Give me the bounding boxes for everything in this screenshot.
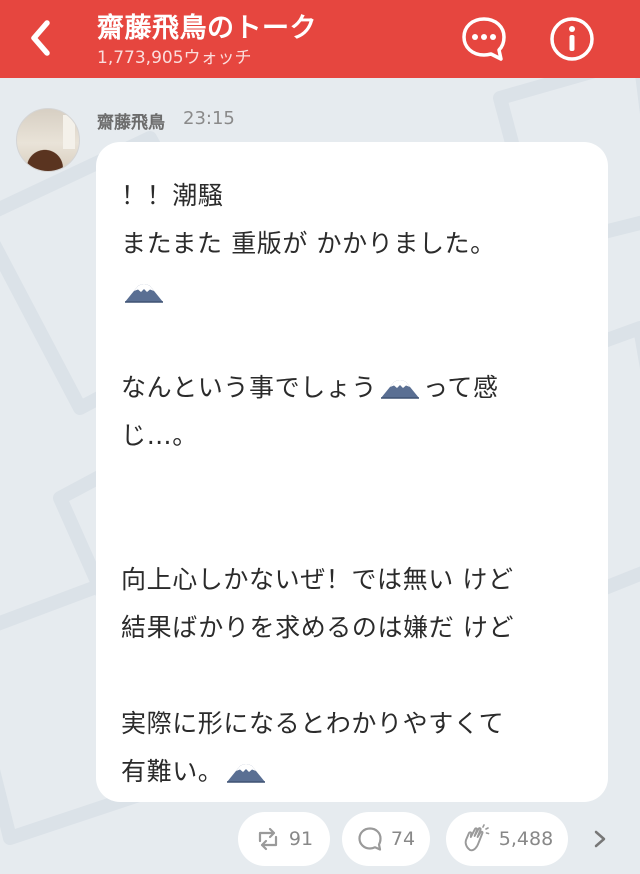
clap-hands-icon [464,824,490,852]
comment-button[interactable]: 74 [342,812,430,866]
message-text: 結果ばかりを求めるのは嫌だ けど [121,613,515,642]
message-line [121,460,584,508]
app-header: 齋藤飛鳥のトーク 1,773,905ウォッチ [0,0,640,78]
comment-icon [358,827,382,851]
message-text: またまた 重版が かかりました。 [121,229,496,258]
comment-count: 74 [390,828,416,850]
mount-fuji-icon [381,380,420,399]
message-text: ！！潮騒 [121,181,224,210]
message-line: 結果ばかりを求めるのは嫌だ けど [121,604,584,652]
message-line [121,508,584,556]
message-line: 有難い。 [121,748,584,796]
talk-button[interactable] [459,14,509,64]
message-line [121,316,584,364]
share-button[interactable]: 91 [238,812,330,866]
message-text: なんという事でしょう [121,373,378,402]
info-icon [550,17,594,61]
chevron-left-icon [31,20,50,56]
message-text: って感 [423,373,499,402]
message-text: 有難い。 [121,757,224,786]
message-line: またまた 重版が かかりました。 [121,220,584,268]
page-title: 齋藤飛鳥のトーク [97,13,317,44]
message-line: 向上心しかないぜ！では無い けど [121,556,584,604]
watch-count: 1,773,905ウォッチ [97,48,252,68]
message-text: じ…。 [121,421,198,450]
message-bubble: ！！潮騒またまた 重版が かかりました。 なんという事でしょう って感じ…。向上心し… [96,142,608,802]
back-button[interactable] [20,16,60,60]
like-count: 5,488 [498,828,554,850]
message-text: 向上心しかないぜ！では無い けど [121,565,514,594]
avatar[interactable] [16,108,80,172]
mount-fuji-icon [125,284,163,303]
like-button[interactable]: 5,488 [446,812,568,866]
author-name: 齋藤飛鳥 [97,113,165,133]
message-text: 実際に形になるとわかりやすくて [121,709,505,738]
message-line: ！！潮騒 [121,172,584,220]
share-count: 91 [288,828,314,850]
message-line [121,652,584,700]
message-line: 実際に形になるとわかりやすくて [121,700,584,748]
info-button[interactable] [547,14,597,64]
message-line: なんという事でしょう って感 [121,364,584,412]
chevron-right-icon [594,830,606,848]
post-time: 23:15 [183,108,235,129]
retweet-icon [258,827,278,851]
speech-bubble-icon [462,17,506,61]
message-line: じ…。 [121,412,584,460]
more-button[interactable] [588,824,612,854]
message-line [121,268,584,316]
mount-fuji-icon [227,764,266,783]
